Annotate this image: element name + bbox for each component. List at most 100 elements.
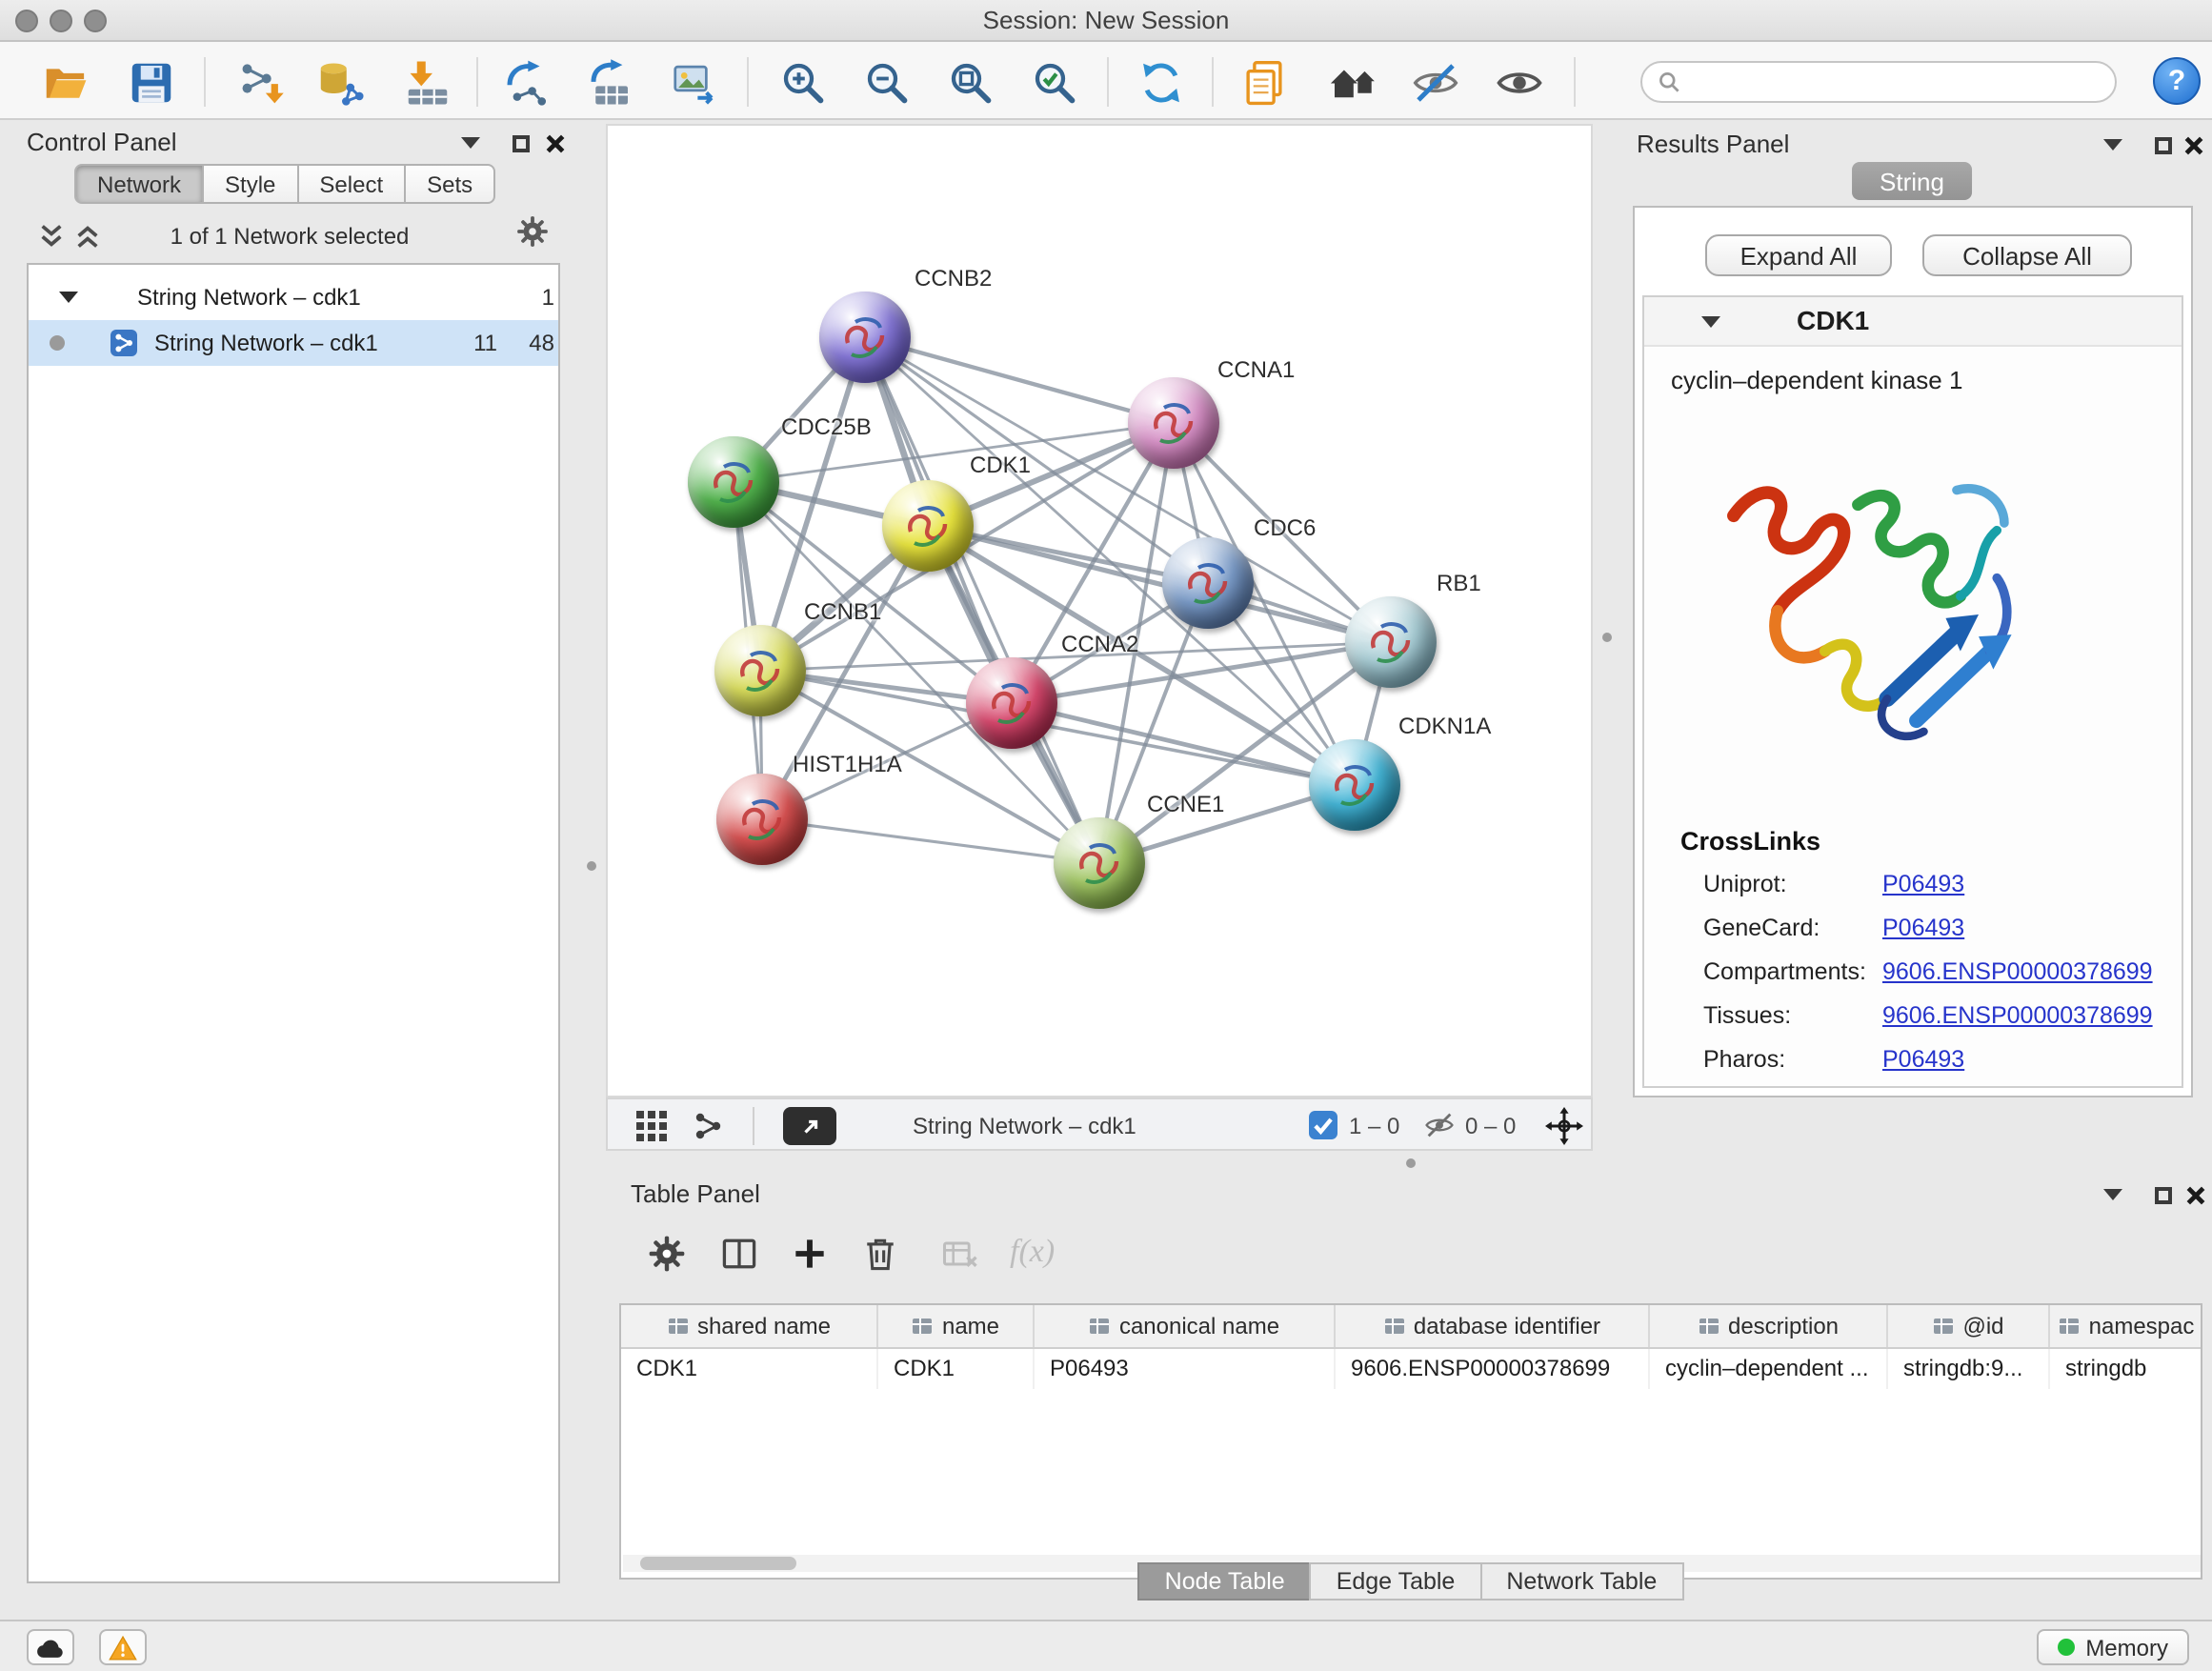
- network-node-CDC6[interactable]: [1162, 537, 1254, 629]
- memory-button[interactable]: Memory: [2036, 1629, 2189, 1665]
- network-row[interactable]: String Network – cdk1 11 48: [29, 320, 558, 366]
- column-header-description[interactable]: description: [1650, 1305, 1888, 1347]
- float-panel-icon[interactable]: [507, 130, 533, 156]
- hidden-eye-icon[interactable]: [1423, 1109, 1456, 1141]
- help-button[interactable]: ?: [2153, 57, 2201, 105]
- clone-network-icon[interactable]: [579, 51, 640, 112]
- close-panel-icon[interactable]: [541, 130, 568, 156]
- network-edge[interactable]: [928, 526, 1391, 642]
- network-node-CCNE1[interactable]: [1054, 817, 1145, 909]
- tree-expand-icon[interactable]: [59, 292, 78, 303]
- crosslink-value-link[interactable]: P06493: [1882, 1046, 1964, 1073]
- column-header-name[interactable]: name: [878, 1305, 1035, 1347]
- vertical-splitter-handle[interactable]: [587, 861, 596, 871]
- toolbar-separator: [204, 57, 206, 107]
- table-panel: Table Panel f(x) shared namenamecanonica…: [619, 1176, 2204, 1610]
- birdseye-grid-icon[interactable]: [634, 1109, 669, 1143]
- import-network-from-database-icon[interactable]: [309, 51, 370, 112]
- collapse-all-button[interactable]: Collapse All: [1922, 234, 2132, 276]
- tab-network-table[interactable]: Network Table: [1479, 1562, 1683, 1601]
- collapse-panel-icon[interactable]: [457, 130, 484, 156]
- zoom-selected-icon[interactable]: [1023, 51, 1084, 112]
- zoom-out-icon[interactable]: [855, 51, 916, 112]
- new-network-from-selection-icon[interactable]: [495, 51, 556, 112]
- crosslink-value-link[interactable]: 9606.ENSP00000378699: [1882, 1002, 2153, 1029]
- import-table-from-file-icon[interactable]: [396, 51, 457, 112]
- tab-string[interactable]: String: [1851, 162, 1973, 200]
- network-node-CCNB2[interactable]: [819, 292, 911, 383]
- tab-network[interactable]: Network: [74, 164, 204, 204]
- vertical-splitter-handle[interactable]: [1602, 633, 1612, 642]
- float-panel-icon[interactable]: [2149, 131, 2176, 158]
- network-share-icon[interactable]: [692, 1109, 726, 1143]
- network-node-HIST1H1A[interactable]: [716, 774, 808, 865]
- zoom-fit-icon[interactable]: [939, 51, 1000, 112]
- table-cell[interactable]: P06493: [1035, 1349, 1336, 1389]
- export-network-icon[interactable]: [783, 1107, 836, 1145]
- column-header-namespac[interactable]: namespac: [2050, 1305, 2202, 1347]
- crosslink-value-link[interactable]: 9606.ENSP00000378699: [1882, 958, 2153, 985]
- table-row[interactable]: CDK1CDK1P064939606.ENSP00000378699cyclin…: [621, 1349, 2201, 1389]
- gene-section-header[interactable]: CDK1: [1644, 297, 2182, 347]
- close-panel-icon[interactable]: [2182, 1181, 2208, 1208]
- window-title: Session: New Session: [0, 6, 2212, 34]
- collapse-section-icon[interactable]: [1701, 316, 1720, 328]
- network-edge[interactable]: [762, 819, 1099, 863]
- network-node-CCNB1[interactable]: [714, 625, 806, 716]
- delete-column-icon[interactable]: [855, 1229, 905, 1278]
- crosslinks-title: CrossLinks: [1680, 827, 1820, 856]
- hide-annotations-icon[interactable]: [1404, 51, 1465, 112]
- tab-node-table[interactable]: Node Table: [1138, 1562, 1312, 1601]
- tab-edge-table[interactable]: Edge Table: [1310, 1562, 1482, 1601]
- add-column-icon[interactable]: [785, 1229, 835, 1278]
- open-session-icon[interactable]: [34, 51, 95, 112]
- collapse-panel-icon[interactable]: [2100, 1181, 2126, 1208]
- show-hide-icon[interactable]: [1488, 51, 1549, 112]
- expand-all-button[interactable]: Expand All: [1705, 234, 1892, 276]
- network-node-CCNA2[interactable]: [966, 657, 1057, 749]
- table-cell[interactable]: 9606.ENSP00000378699: [1336, 1349, 1650, 1389]
- network-collection-row[interactable]: String Network – cdk1 1: [29, 274, 558, 320]
- column-header-database-identifier[interactable]: database identifier: [1336, 1305, 1650, 1347]
- toolbar-separator: [1574, 57, 1576, 107]
- crosslink-value-link[interactable]: P06493: [1882, 915, 1964, 941]
- gear-icon[interactable]: [514, 213, 551, 250]
- column-header-canonical-name[interactable]: canonical name: [1035, 1305, 1336, 1347]
- network-node-CDK1[interactable]: [882, 480, 974, 572]
- pan-crosshair-icon[interactable]: [1545, 1107, 1583, 1145]
- table-cell[interactable]: stringdb:9...: [1888, 1349, 2050, 1389]
- close-panel-icon[interactable]: [2180, 131, 2206, 158]
- horizontal-splitter-handle[interactable]: [1406, 1158, 1416, 1168]
- import-network-from-file-icon[interactable]: [229, 51, 290, 112]
- float-panel-icon[interactable]: [2149, 1181, 2176, 1208]
- selection-checkbox-icon[interactable]: [1309, 1111, 1337, 1139]
- table-cell[interactable]: CDK1: [878, 1349, 1035, 1389]
- network-node-CDC25B[interactable]: [688, 436, 779, 528]
- export-image-icon[interactable]: [663, 51, 724, 112]
- table-cell[interactable]: CDK1: [621, 1349, 878, 1389]
- collapse-panel-icon[interactable]: [2100, 131, 2126, 158]
- cloud-icon[interactable]: [27, 1629, 74, 1665]
- network-node-CDKN1A[interactable]: [1309, 739, 1400, 831]
- column-header-@id[interactable]: @id: [1888, 1305, 2050, 1347]
- network-node-CCNA1[interactable]: [1128, 377, 1219, 469]
- columns-icon[interactable]: [714, 1229, 764, 1278]
- tab-select[interactable]: Select: [296, 164, 406, 204]
- network-edge[interactable]: [865, 337, 1099, 863]
- crosslink-value-link[interactable]: P06493: [1882, 871, 1964, 897]
- column-header-shared-name[interactable]: shared name: [621, 1305, 878, 1347]
- network-view-canvas[interactable]: CCNB2CCNA1CDC25BCDK1CDC6RB1CCNB1CCNA2CDK…: [606, 124, 1593, 1097]
- tab-style[interactable]: Style: [202, 164, 298, 204]
- copy-icon[interactable]: [1233, 51, 1294, 112]
- tab-sets[interactable]: Sets: [404, 164, 495, 204]
- apply-layout-icon[interactable]: [1130, 51, 1191, 112]
- zoom-in-icon[interactable]: [772, 51, 833, 112]
- table-cell[interactable]: stringdb: [2050, 1349, 2202, 1389]
- table-cell[interactable]: cyclin–dependent ...: [1650, 1349, 1888, 1389]
- warning-icon[interactable]: [99, 1629, 147, 1665]
- home-icon[interactable]: [1320, 51, 1381, 112]
- search-input[interactable]: [1690, 69, 2100, 95]
- network-node-RB1[interactable]: [1345, 596, 1437, 688]
- save-session-icon[interactable]: [120, 51, 181, 112]
- gear-icon[interactable]: [642, 1229, 692, 1278]
